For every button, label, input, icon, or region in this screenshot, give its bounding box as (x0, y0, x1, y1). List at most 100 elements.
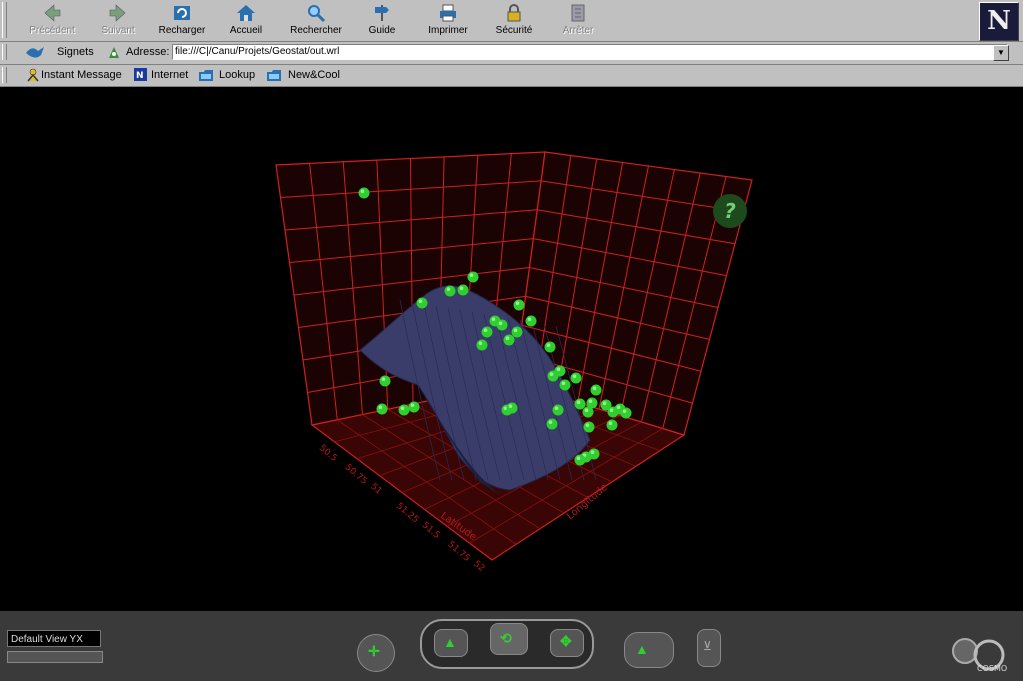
viewpoint-selector[interactable]: Default View YX (7, 630, 101, 647)
data-point-highlight (513, 328, 518, 333)
lock-icon (507, 4, 521, 22)
data-point-highlight (590, 450, 595, 455)
stop-button[interactable]: Arrêter (546, 2, 610, 38)
data-point-highlight (381, 377, 386, 382)
data-point (496, 319, 508, 331)
home-button[interactable]: Accueil (214, 2, 278, 38)
crosshair-icon: ✛ (368, 643, 380, 659)
front-tick-label: 51.5 (420, 520, 442, 541)
back-arrow-icon (44, 4, 61, 22)
data-point (552, 404, 564, 416)
viewpoint-arrows[interactable] (7, 651, 103, 663)
data-point-highlight (459, 286, 464, 291)
data-point-highlight (418, 299, 423, 304)
data-point-highlight (360, 189, 365, 193)
data-point-highlight (588, 399, 593, 404)
data-point-highlight (554, 406, 559, 411)
seek-button[interactable]: ▲ (624, 632, 674, 668)
data-point (606, 419, 618, 431)
search-icon (308, 5, 326, 23)
data-point-highlight (584, 408, 589, 413)
netscape-logo[interactable]: N (979, 2, 1019, 41)
data-point (582, 406, 594, 418)
data-point (620, 407, 632, 419)
location-toolbar: Signets Adresse: file:///C|/Canu/Projets… (0, 42, 1023, 65)
cosmo-logo[interactable]: COSMO (945, 627, 1017, 675)
home-icon (237, 5, 255, 21)
print-button[interactable]: Imprimer (416, 2, 480, 38)
personal-grip[interactable] (2, 67, 7, 83)
data-point (376, 403, 388, 415)
data-point-highlight (378, 405, 383, 410)
3d-scene[interactable]: 50.550.755151.2551.551.7552 Latitude Lon… (0, 87, 1023, 611)
data-point (476, 339, 488, 351)
data-point (408, 401, 420, 413)
rotate-button[interactable]: ⟲ (490, 623, 528, 655)
data-point-highlight (561, 381, 566, 386)
data-point-highlight (602, 401, 607, 406)
svg-text:N: N (136, 71, 144, 81)
data-point (590, 384, 602, 396)
instant-message-icon (27, 68, 39, 82)
search-button[interactable]: Rechercher (284, 2, 348, 38)
data-point (525, 315, 537, 327)
guide-button[interactable]: Guide (350, 2, 414, 38)
reload-icon (174, 6, 190, 20)
data-point (358, 187, 370, 199)
data-point (467, 271, 479, 283)
reload-button[interactable]: Recharger (150, 2, 214, 38)
data-point-highlight (572, 374, 577, 379)
data-point (544, 341, 556, 353)
location-grip[interactable] (2, 44, 7, 60)
data-point-highlight (527, 317, 532, 322)
address-dropdown-button[interactable]: ▼ (993, 45, 1009, 61)
data-point-highlight (548, 420, 553, 425)
help-button[interactable]: ? (713, 194, 747, 228)
data-point-highlight (483, 328, 488, 333)
chevron-down-icon: ▼ (997, 48, 1005, 57)
print-icon (440, 4, 456, 22)
address-input[interactable]: file:///C|/Canu/Projets/Geostat/out.wrl (172, 44, 1008, 60)
data-point-highlight (469, 273, 474, 278)
data-point (398, 404, 410, 416)
bookmarks-button[interactable]: Signets (57, 46, 94, 58)
forward-button[interactable]: Suivant (86, 2, 150, 38)
tilt-icon: ▲ (443, 634, 457, 650)
data-point-highlight (498, 321, 503, 326)
pan-button[interactable]: ✥ (550, 629, 584, 657)
front-tick-label: 51 (368, 482, 383, 497)
front-tick-label: 50.5 (317, 443, 339, 464)
front-tick-label: 51.25 (394, 501, 420, 525)
data-point (503, 334, 515, 346)
data-point-highlight (556, 367, 561, 372)
data-point-highlight (478, 341, 483, 346)
straighten-button[interactable]: ⊻ (697, 629, 721, 667)
data-point (457, 284, 469, 296)
front-tick-label: 50.75 (343, 463, 369, 487)
cosmo-logo-mark: COSMO (952, 638, 1007, 673)
data-point (546, 418, 558, 430)
data-point (554, 365, 566, 377)
internet-icon: N (134, 68, 147, 81)
data-point (444, 285, 456, 297)
toolbar-grip[interactable] (2, 2, 7, 38)
navigation-toolbar: Précédent Suivant Recharger Accueil Rech… (0, 0, 1023, 42)
vrml-viewport[interactable]: 50.5 50.75 51 51.25 51.5 51.75 52 Latitude Lon… (0, 87, 1023, 611)
data-point (583, 421, 595, 433)
bookmarks-icon (26, 47, 44, 58)
data-point-highlight (622, 409, 627, 414)
data-point (513, 299, 525, 311)
folder-icon (199, 70, 213, 81)
zoom-button[interactable]: ✛ (357, 634, 395, 672)
location-icon (109, 47, 119, 58)
navigation-controls: ▲ ⟲ ✥ (420, 619, 594, 669)
data-point (511, 326, 523, 338)
data-point-highlight (585, 423, 590, 428)
data-point (570, 372, 582, 384)
back-button[interactable]: Précédent (20, 2, 84, 38)
straighten-icon: ⊻ (703, 639, 712, 653)
data-point-highlight (549, 372, 554, 377)
security-button[interactable]: Sécurité (482, 2, 546, 38)
tilt-button[interactable]: ▲ (434, 629, 468, 657)
front-tick-label: 51.75 (446, 540, 472, 564)
